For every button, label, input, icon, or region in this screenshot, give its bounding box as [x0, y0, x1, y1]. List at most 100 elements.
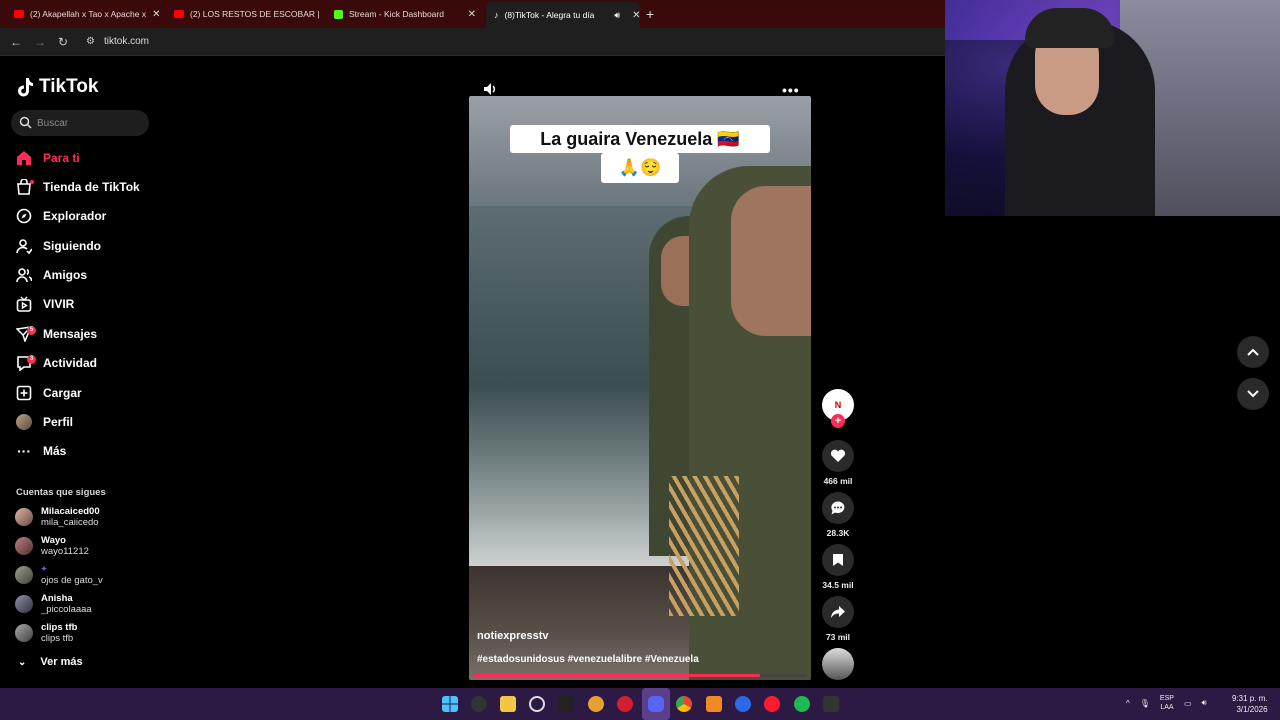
previous-video-button[interactable]: [1237, 336, 1269, 368]
keyboard-layout: LAA: [1160, 704, 1174, 711]
browser-tab[interactable]: (2) LOS RESTOS DE ESCOBAR | ✕: [166, 4, 324, 24]
browser-tab[interactable]: Stream - Kick Dashboard ✕: [326, 4, 484, 24]
chrome-icon[interactable]: [676, 696, 692, 712]
new-tab-button[interactable]: +: [646, 6, 654, 22]
next-video-button[interactable]: [1237, 378, 1269, 410]
discord-icon[interactable]: [648, 696, 664, 712]
save-button[interactable]: [822, 544, 854, 576]
speaker-icon[interactable]: 🔊︎: [614, 10, 620, 21]
file-explorer-icon[interactable]: [500, 696, 516, 712]
account-handle: ojos de gato_v: [41, 575, 103, 586]
comment-count: 28.3K: [826, 528, 850, 538]
taskbar: [0, 688, 1280, 720]
nav-item-vivir[interactable]: VIVIR: [16, 293, 74, 315]
search-box[interactable]: [11, 110, 149, 136]
tiktok-logo[interactable]: TikTok: [16, 76, 98, 98]
tab-title: (8)TikTok - Alegra tu día: [504, 10, 595, 20]
nav-item-mas[interactable]: ··· Más: [16, 440, 66, 462]
share-button[interactable]: [822, 596, 854, 628]
like-button[interactable]: [822, 440, 854, 472]
followed-account[interactable]: Anisha _piccolaaaa: [15, 591, 92, 617]
home-icon: [17, 151, 31, 165]
language-code: ESP: [1159, 695, 1174, 702]
see-more-button[interactable]: ⌄ Ver más: [18, 656, 83, 668]
windows-start-icon[interactable]: [442, 696, 458, 712]
obs-icon[interactable]: [471, 696, 487, 712]
tiktok-icon: [18, 78, 33, 97]
tab-title: Stream - Kick Dashboard: [349, 9, 444, 19]
nav-item-para-ti[interactable]: Para ti: [16, 147, 80, 169]
nav-item-perfil[interactable]: Perfil: [16, 411, 73, 433]
site-info-icon[interactable]: ⚙: [86, 36, 95, 47]
followed-account[interactable]: Wayo wayo11212: [15, 533, 89, 559]
comment-action[interactable]: 28.3K: [822, 492, 854, 538]
browser-tab[interactable]: (2) Akapellah x Tao x Apache x ✕: [6, 4, 164, 24]
app-icon[interactable]: [823, 696, 839, 712]
compass-icon: [16, 208, 32, 224]
browser-tab-active[interactable]: ♪ (8)TikTok - Alegra tu día 🔊︎ ✕: [486, 2, 640, 28]
kick-icon: [334, 9, 343, 19]
tab-title: (2) LOS RESTOS DE ESCOBAR |: [190, 9, 320, 19]
back-icon[interactable]: ←: [10, 35, 22, 49]
share-action[interactable]: 73 mil: [822, 596, 854, 642]
follow-button[interactable]: +: [831, 414, 845, 428]
video-caption-overlay: La guaira Venezuela 🇻🇪: [510, 125, 770, 153]
like-count: 466 mil: [823, 476, 853, 486]
nav-item-amigos[interactable]: Amigos: [16, 264, 87, 286]
nav-item-cargar[interactable]: Cargar: [16, 382, 82, 404]
app-icon[interactable]: [588, 696, 604, 712]
webcam-overlay: [945, 0, 1280, 216]
url-field[interactable]: tiktok.com: [104, 36, 149, 47]
account-handle: _piccolaaaa: [41, 604, 92, 615]
app-icon[interactable]: [735, 696, 751, 712]
taskbar-clock[interactable]: 9:31 p. m. 3/1/2026: [1232, 693, 1268, 715]
save-action[interactable]: 34.5 mil: [822, 544, 854, 590]
search-input[interactable]: [37, 115, 142, 131]
video-player[interactable]: [469, 96, 811, 680]
spotify-icon[interactable]: [794, 696, 810, 712]
nav-item-actividad[interactable]: 3 Actividad: [16, 352, 97, 374]
notification-badge: 5: [27, 326, 36, 335]
nav-label: VIVIR: [43, 297, 75, 311]
tiktok-icon: ♪: [494, 10, 499, 20]
comment-icon: [831, 501, 845, 515]
video-hashtags[interactable]: #estadosunidosus #venezuelalibre #Venezu…: [477, 654, 699, 665]
microphone-icon[interactable]: 🎙︎: [1140, 699, 1150, 708]
video-progress-fill: [473, 674, 761, 677]
chevron-up-icon[interactable]: ^: [1126, 699, 1130, 708]
speaker-icon[interactable]: 🔊︎: [1202, 698, 1207, 708]
network-icon[interactable]: ▭: [1184, 699, 1192, 708]
close-icon[interactable]: ✕: [468, 9, 476, 20]
followed-account[interactable]: clips tfb clips tfb: [15, 620, 77, 646]
app-icon[interactable]: [706, 696, 722, 712]
address-bar: ← → ↻ ⚙ tiktok.com: [0, 28, 945, 56]
like-action[interactable]: 466 mil: [822, 440, 854, 486]
music-disc-icon[interactable]: [822, 648, 854, 680]
nav-item-siguiendo[interactable]: Siguiendo: [16, 235, 101, 257]
opera-icon[interactable]: [764, 696, 780, 712]
app-icon[interactable]: [558, 696, 574, 712]
nav-label: Amigos: [43, 268, 88, 282]
followed-account[interactable]: ✦ ojos de gato_v: [15, 562, 103, 588]
nav-label: Explorador: [43, 209, 107, 223]
record-icon[interactable]: [617, 696, 633, 712]
notification-badge: 3: [27, 355, 36, 364]
comment-button[interactable]: [822, 492, 854, 524]
reload-icon[interactable]: ↻: [58, 35, 68, 49]
upload-icon: [16, 385, 32, 401]
close-icon[interactable]: ✕: [152, 9, 160, 20]
close-icon[interactable]: ✕: [632, 10, 640, 21]
nav-item-explorador[interactable]: Explorador: [16, 205, 106, 227]
account-name: clips tfb: [41, 622, 78, 633]
language-indicator[interactable]: ESP LAA: [1160, 694, 1174, 712]
steam-icon[interactable]: [529, 696, 545, 712]
followed-account[interactable]: Milacaiced00 mila_caiicedo: [15, 504, 100, 530]
nav-item-mensajes[interactable]: 5 Mensajes: [15, 323, 97, 345]
profile-avatar: [16, 414, 32, 430]
avatar: [15, 537, 33, 555]
forward-icon[interactable]: →: [34, 35, 46, 49]
video-author[interactable]: notiexpresstv: [477, 630, 549, 642]
video-progress-bar[interactable]: [473, 674, 807, 677]
volume-icon[interactable]: [482, 81, 498, 97]
nav-item-tienda[interactable]: Tienda de TikTok: [16, 176, 140, 198]
